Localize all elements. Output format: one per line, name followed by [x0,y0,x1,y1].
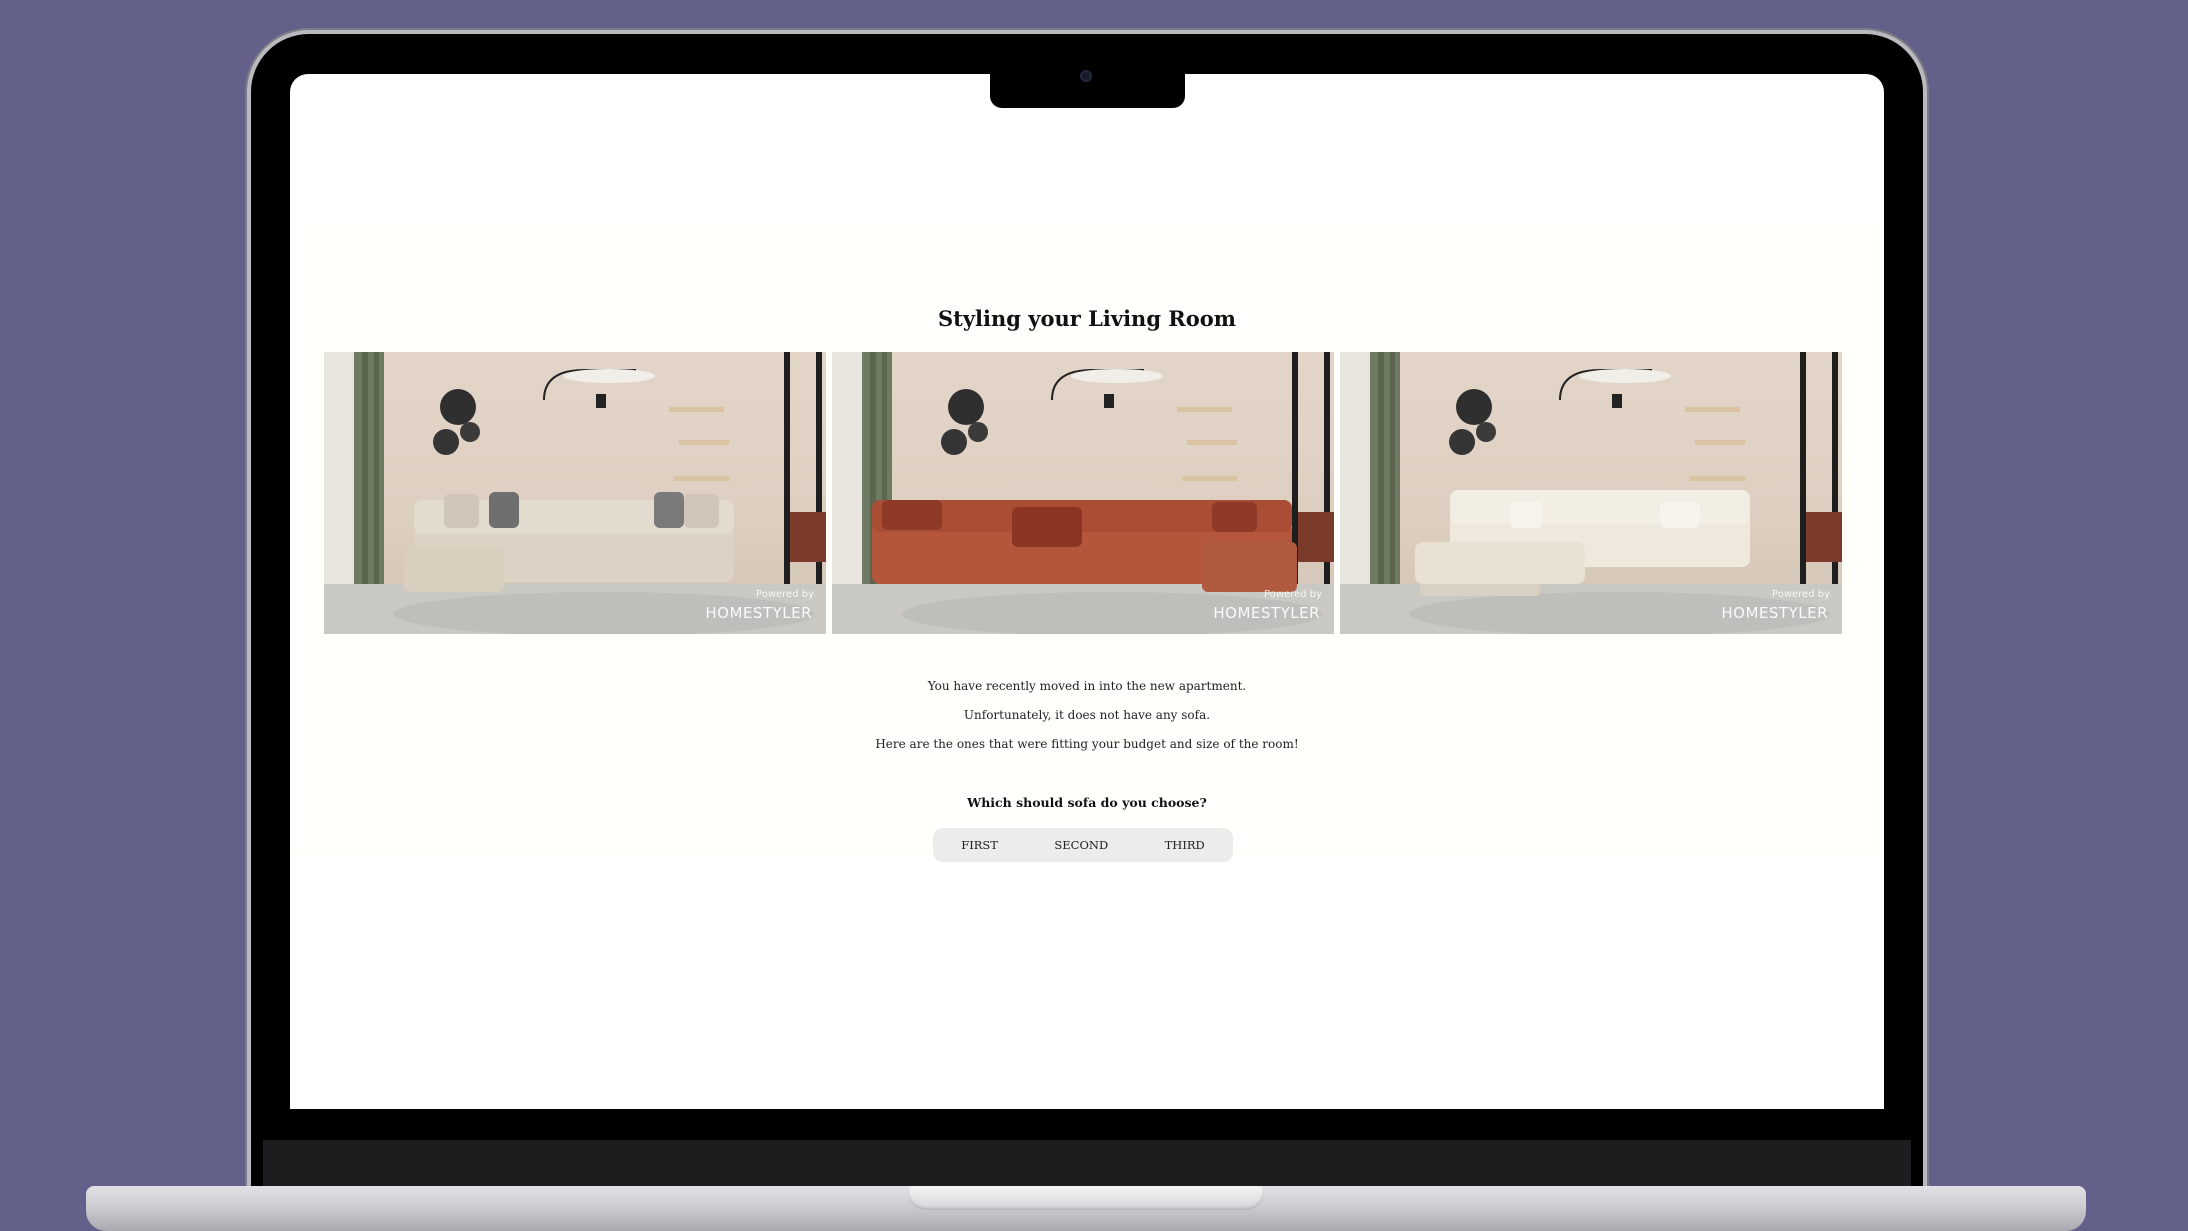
intro-line-1: You have recently moved in into the new … [927,679,1247,693]
powered-by-label: Powered by [1772,589,1830,600]
homestyler-logo: HOMESTYLER [1213,604,1320,622]
living-room-illustration [832,352,1334,634]
sofa-gallery: Powered by HOMESTYLER Powered by HOMESTY… [324,352,1842,634]
laptop-base-notch [908,1186,1264,1210]
bottom-bezel [263,1140,1911,1190]
homestyler-mark-icon [1721,604,1842,634]
sofa-image-third: Powered by HOMESTYLER [1340,352,1842,634]
choice-first-button[interactable]: FIRST [951,830,1008,860]
powered-by-label: Powered by [756,589,814,600]
intro-text: You have recently moved in into the new … [290,679,1884,766]
camera-icon [1080,70,1092,82]
homestyler-mark-icon [1213,604,1334,634]
homestyler-logo: HOMESTYLER [1721,604,1828,622]
living-room-illustration [324,352,826,634]
choice-second-button[interactable]: SECOND [1044,830,1118,860]
homestyler-mark-icon [705,604,826,634]
browser-screen: Styling your Living Room Powered by HOME… [290,74,1884,1109]
intro-line-3: Here are the ones that were fitting your… [875,737,1299,751]
sofa-image-first: Powered by HOMESTYLER [324,352,826,634]
choice-third-button[interactable]: THIRD [1155,830,1215,860]
intro-line-2: Unfortunately, it does not have any sofa… [963,708,1211,722]
page-title: Styling your Living Room [937,306,1236,331]
powered-by-label: Powered by [1264,589,1322,600]
living-room-illustration [1340,352,1842,634]
sofa-image-second: Powered by HOMESTYLER [832,352,1334,634]
sofa-choice-group: FIRST SECOND THIRD [933,828,1233,862]
homestyler-logo: HOMESTYLER [705,604,812,622]
page-content: Styling your Living Room Powered by HOME… [290,224,1884,862]
question-label: Which should sofa do you choose? [967,795,1207,810]
